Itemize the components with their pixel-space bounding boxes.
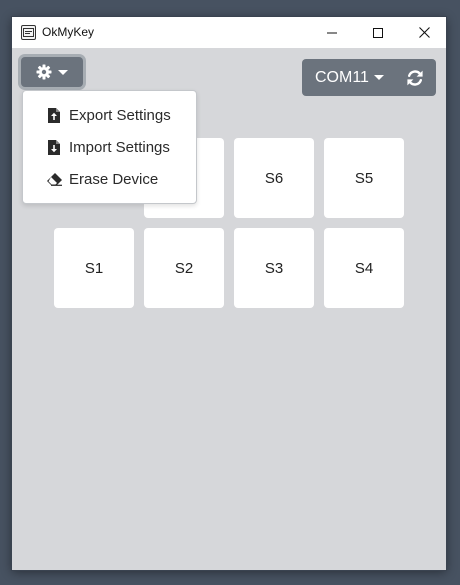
gear-icon — [36, 64, 52, 80]
window-title: OkMyKey — [42, 25, 95, 39]
slot-button-s4[interactable]: S4 — [324, 228, 404, 308]
menu-item-import-settings[interactable]: Import Settings — [23, 132, 196, 162]
close-button[interactable] — [401, 17, 447, 48]
eraser-icon — [45, 170, 63, 188]
slot-button-s3[interactable]: S3 — [234, 228, 314, 308]
settings-dropdown-menu: Export Settings Import Settings Erase De… — [22, 90, 197, 204]
chevron-down-icon — [373, 75, 384, 80]
port-select[interactable]: COM11 — [302, 59, 394, 96]
menu-item-label: Export Settings — [69, 106, 171, 124]
refresh-button[interactable] — [394, 59, 436, 96]
port-controls: COM11 — [302, 59, 436, 96]
refresh-icon — [407, 69, 423, 86]
minimize-icon — [327, 32, 337, 33]
slot-button-s2[interactable]: S2 — [144, 228, 224, 308]
main-content: COM11 S6 S5 S1 S2 S3 S4 Export Settings … — [12, 48, 446, 570]
slot-button-s5[interactable]: S5 — [324, 138, 404, 218]
menu-item-erase-device[interactable]: Erase Device — [23, 164, 196, 194]
file-export-icon — [45, 106, 63, 124]
close-icon — [418, 27, 430, 38]
chevron-down-icon — [58, 69, 68, 75]
app-window: OkMyKey COM11 S6 S5 S1 S2 S3 S4 Export S… — [12, 17, 446, 570]
app-logo-icon — [21, 25, 36, 40]
menu-item-label: Erase Device — [69, 170, 159, 188]
file-import-icon — [45, 138, 63, 156]
maximize-icon — [373, 27, 383, 38]
port-selected-value: COM11 — [315, 68, 369, 86]
slot-button-s6[interactable]: S6 — [234, 138, 314, 218]
settings-dropdown-button[interactable] — [21, 57, 83, 87]
menu-item-export-settings[interactable]: Export Settings — [23, 100, 196, 130]
maximize-button[interactable] — [355, 17, 401, 48]
minimize-button[interactable] — [309, 17, 355, 48]
title-bar[interactable]: OkMyKey — [12, 17, 446, 48]
menu-item-label: Import Settings — [69, 138, 170, 156]
slot-button-s1[interactable]: S1 — [54, 228, 134, 308]
